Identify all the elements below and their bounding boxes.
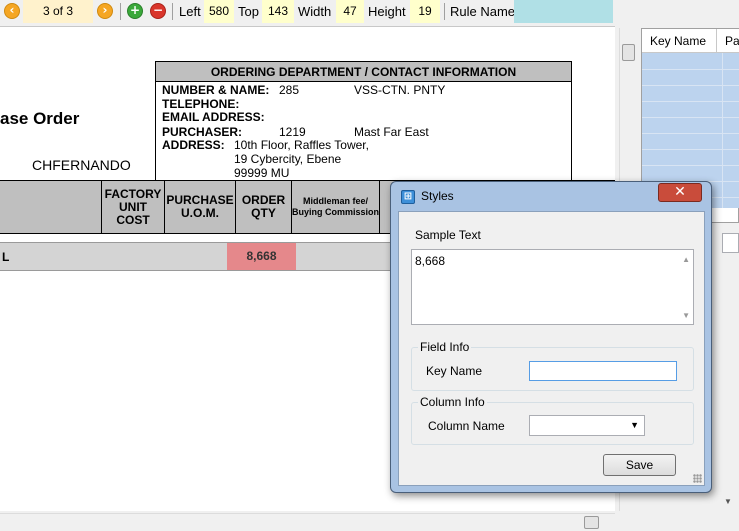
column-info-title: Column Info (418, 395, 487, 409)
sample-text-label: Sample Text (415, 228, 481, 242)
col-order-qty: ORDER QTY (235, 181, 291, 233)
height-label: Height (368, 4, 406, 19)
close-icon: ✕ (674, 184, 686, 200)
number-name-label: NUMBER & NAME: (162, 83, 270, 97)
vertical-scroll-thumb[interactable] (622, 44, 635, 61)
add-button[interactable]: + (127, 3, 143, 19)
scroll-down-arrow-icon[interactable]: ▼ (724, 497, 732, 506)
window-icon: ⊞ (401, 190, 415, 204)
rule-name-label: Rule Name (450, 4, 516, 19)
number-value: 285 (279, 83, 300, 97)
column-name-select[interactable]: ▼ (529, 415, 645, 436)
height-value-field[interactable]: 19 (410, 0, 440, 23)
address-label: ADDRESS: (162, 138, 225, 152)
plus-icon: + (129, 3, 141, 17)
scroll-down-arrow-icon[interactable]: ▼ (682, 311, 690, 320)
width-value-field[interactable]: 47 (336, 0, 364, 23)
grid-column-divider (722, 53, 723, 208)
horizontal-scrollbar[interactable] (0, 513, 615, 531)
close-button[interactable]: ✕ (658, 183, 702, 202)
address-line-2: 19 Cybercity, Ebene (234, 152, 342, 166)
styles-dialog: ⊞ Styles ✕ Sample Text 8,668 ▲ ▼ Field I… (390, 181, 712, 493)
sample-text-area[interactable]: 8,668 ▲ ▼ (411, 249, 694, 325)
dialog-titlebar[interactable]: ⊞ Styles ✕ (391, 182, 711, 210)
toolbar-divider (444, 3, 445, 20)
prev-record-button[interactable]: ‹ (4, 3, 20, 19)
chevron-down-icon: ▼ (630, 420, 639, 430)
resize-grip-icon[interactable] (693, 474, 702, 483)
grid-row-divider (642, 101, 739, 102)
toolbar-divider (120, 3, 121, 20)
grid-row-divider (642, 117, 739, 118)
user-name: CHFERNANDO (32, 157, 131, 173)
col-purchase-uom: PURCHASE U.O.M. (164, 181, 235, 233)
grid-row-divider (642, 165, 739, 166)
width-label: Width (298, 4, 332, 19)
dialog-body: Sample Text 8,668 ▲ ▼ Field Info Key Nam… (398, 211, 705, 486)
left-value-field[interactable]: 580 (204, 0, 234, 23)
grid-row-divider (642, 133, 739, 134)
purchaser-name: Mast Far East (354, 125, 429, 139)
rules-grid-header: Key Name Pag (642, 29, 739, 53)
chevron-right-icon: › (102, 3, 108, 17)
column-name-label: Column Name (428, 419, 505, 433)
col-middleman-fee: Middleman fee/ Buying Commission (291, 181, 379, 233)
chevron-left-icon: ‹ (9, 3, 15, 17)
address-line-1: 10th Floor, Raffles Tower, (234, 138, 369, 152)
name-value: VSS-CTN. PNTY (354, 83, 446, 97)
address-line-3: 99999 MU (234, 166, 290, 180)
rule-name-field[interactable] (514, 0, 613, 23)
right-panel-field[interactable] (722, 233, 739, 253)
left-label: Left (179, 4, 201, 19)
scroll-up-arrow-icon[interactable]: ▲ (682, 255, 690, 264)
grid-row-divider (642, 149, 739, 150)
dialog-title: Styles (421, 189, 454, 203)
total-label: L (2, 250, 10, 264)
sample-text-value: 8,668 (415, 254, 446, 268)
grid-row-divider (642, 85, 739, 86)
telephone-label: TELEPHONE: (162, 97, 240, 111)
horizontal-scroll-thumb[interactable] (584, 516, 599, 529)
document-title: ase Order (0, 109, 80, 128)
remove-button[interactable]: − (150, 3, 166, 19)
grid-row-divider (642, 69, 739, 70)
email-label: EMAIL ADDRESS: (162, 110, 265, 124)
next-record-button[interactable]: › (97, 3, 113, 19)
record-counter: 3 of 3 (23, 0, 93, 23)
top-value-field[interactable]: 143 (262, 0, 294, 23)
minus-icon: − (152, 3, 164, 17)
col-key-name[interactable]: Key Name (642, 29, 706, 53)
contact-info-header: ORDERING DEPARTMENT / CONTACT INFORMATIO… (156, 62, 571, 82)
purchaser-value: 1219 (279, 125, 306, 139)
field-info-title: Field Info (418, 340, 472, 354)
toolbar-divider (172, 3, 173, 20)
col-factory-unit-cost: FACTORY UNIT COST (101, 181, 164, 233)
toolbar: ‹ 3 of 3 › + − Left 580 Top 143 Width 47… (0, 0, 613, 23)
save-button[interactable]: Save (603, 454, 676, 476)
top-label: Top (238, 4, 259, 19)
key-name-label: Key Name (426, 364, 483, 378)
key-name-input[interactable] (529, 361, 677, 381)
col-page[interactable]: Pag (716, 29, 739, 53)
purchaser-label: PURCHASER: (162, 125, 243, 139)
total-order-qty-cell[interactable]: 8,668 (227, 243, 296, 270)
